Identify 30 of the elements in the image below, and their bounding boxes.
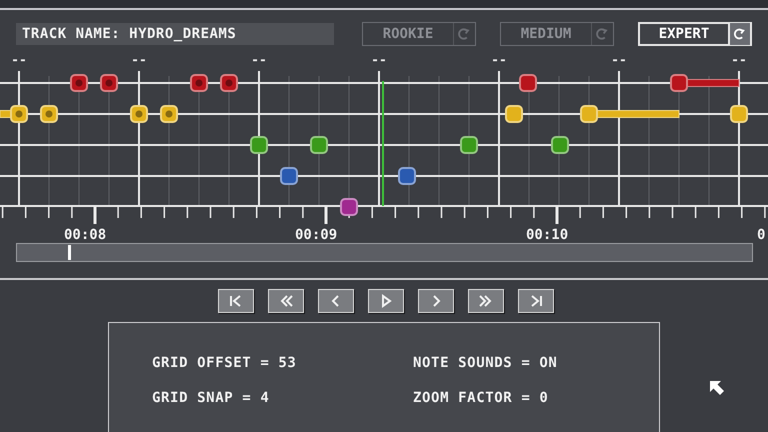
reset-icon (728, 23, 750, 45)
measure-label: -- (131, 53, 147, 68)
cursor-icon (709, 380, 725, 396)
measure-label: -- (611, 53, 627, 68)
time-label: 0 (757, 227, 766, 241)
time-label: 00:08 (64, 227, 106, 241)
transport-button[interactable] (518, 289, 554, 313)
transport-button[interactable] (468, 289, 504, 313)
scrollbar[interactable] (16, 243, 753, 262)
transport-button[interactable] (318, 289, 354, 313)
time-label: 00:09 (295, 227, 338, 241)
measure-label: -- (251, 53, 267, 68)
transport-button[interactable] (218, 289, 254, 313)
transport-button[interactable] (368, 289, 404, 313)
measure-label: -- (491, 53, 507, 68)
setting-text: GRID OFFSET = 53 (152, 354, 298, 373)
setting-text: NOTE SOUNDS = ON (413, 354, 558, 373)
scroll-thumb[interactable] (68, 245, 71, 260)
setting-text: GRID SNAP = 4 (152, 389, 270, 408)
difficulty-button[interactable]: EXPERT (638, 22, 752, 46)
measure-label: -- (11, 53, 27, 68)
time-label: 00:10 (526, 227, 568, 241)
setting-text: ZOOM FACTOR = 0 (413, 389, 550, 408)
difficulty-button[interactable]: MEDIUM (500, 22, 614, 46)
transport-button[interactable] (268, 289, 304, 313)
difficulty-button[interactable]: ROOKIE (362, 22, 476, 46)
transport-button[interactable] (418, 289, 454, 313)
measure-label: -- (371, 53, 387, 68)
track-name-label: TRACK NAME: HYDRO_DREAMS (16, 23, 334, 45)
measure-label: -- (731, 53, 747, 68)
